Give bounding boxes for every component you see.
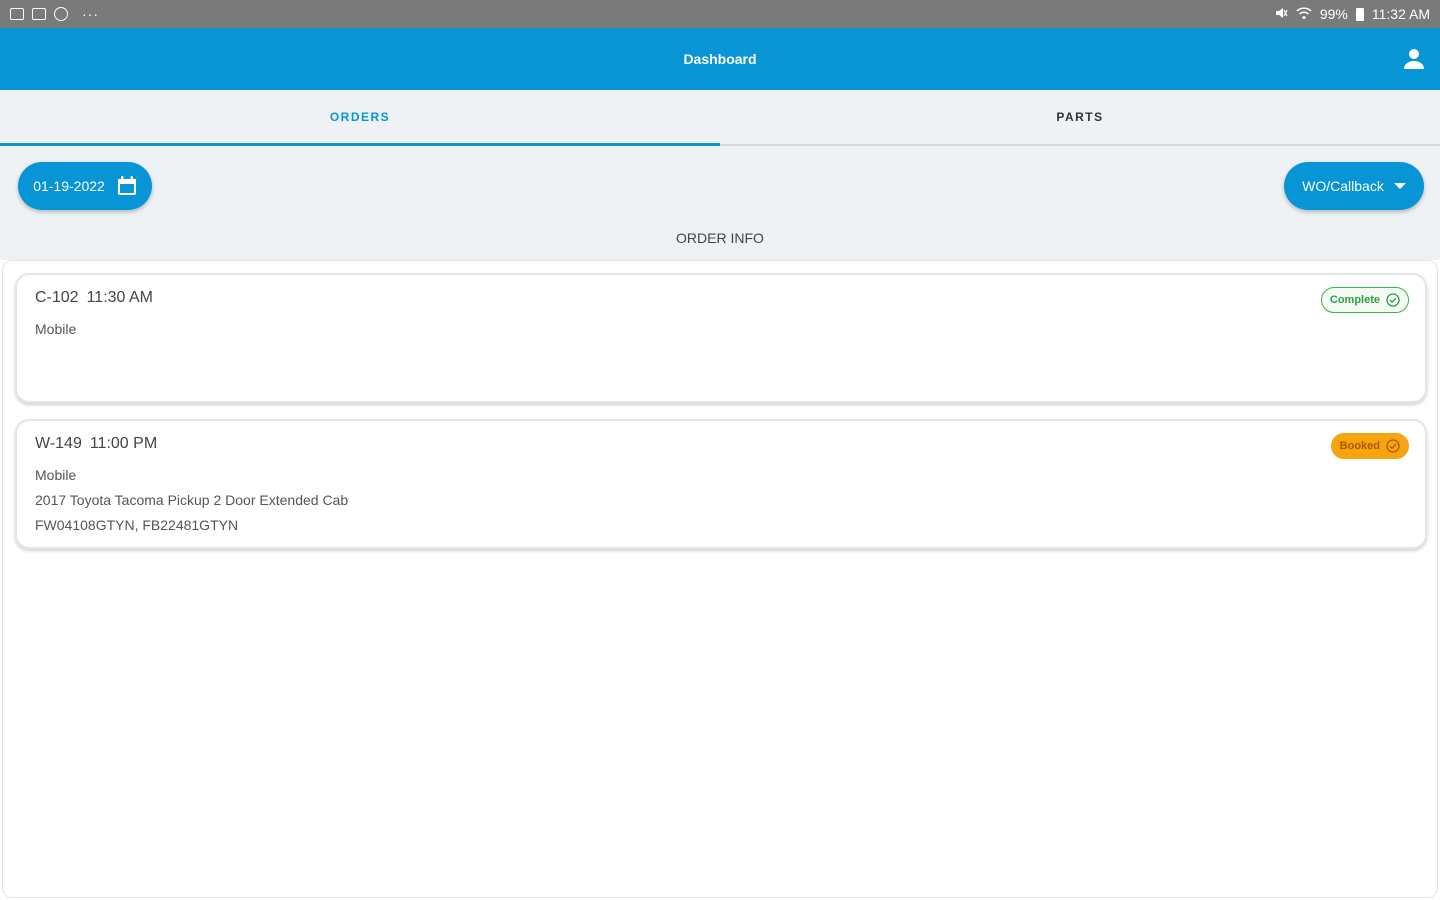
order-type: Mobile <box>35 321 77 337</box>
system-status-bar: ··· 99% 11:32 AM <box>0 0 1440 28</box>
check-circle-icon <box>1386 293 1400 307</box>
profile-button[interactable] <box>1402 46 1426 72</box>
order-card[interactable]: W-149 11:00 PM Mobile 2017 Toyota Tacoma… <box>15 419 1427 549</box>
order-type-value: WO/Callback <box>1302 178 1384 194</box>
order-header: W-149 11:00 PM <box>35 435 1407 453</box>
status-badge: Booked <box>1330 433 1409 459</box>
order-type-dropdown[interactable]: WO/Callback <box>1284 162 1424 210</box>
order-id: W-149 <box>35 435 82 452</box>
order-parts: FW04108GTYN, FB22481GTYN <box>35 517 239 533</box>
tab-parts[interactable]: PARTS <box>720 90 1440 144</box>
gallery-notification-icon <box>32 8 46 20</box>
order-header: C-102 11:30 AM <box>35 289 1407 307</box>
order-vehicle: 2017 Toyota Tacoma Pickup 2 Door Extende… <box>35 492 349 508</box>
tab-orders[interactable]: ORDERS <box>0 90 720 146</box>
filter-toolbar: 01-19-2022 WO/Callback ORDER INFO <box>0 146 1440 260</box>
status-bar-notifications: ··· <box>10 6 99 22</box>
image-notification-icon <box>10 8 24 20</box>
app-bar: Dashboard <box>0 28 1440 90</box>
status-label: Complete <box>1329 294 1380 306</box>
mute-icon <box>1274 6 1288 23</box>
tab-bar: ORDERS PARTS <box>0 90 1440 146</box>
calendar-icon <box>117 176 136 195</box>
check-circle-icon <box>1386 439 1400 453</box>
date-picker-button[interactable]: 01-19-2022 <box>18 162 152 210</box>
wifi-icon <box>1296 6 1312 23</box>
battery-icon <box>1355 7 1364 21</box>
chevron-down-icon <box>1393 183 1406 189</box>
order-time: 11:00 PM <box>89 435 158 452</box>
more-notifications-icon: ··· <box>82 6 99 22</box>
clock: 11:32 AM <box>1371 6 1430 22</box>
status-bar-system: 99% 11:32 AM <box>1274 6 1430 23</box>
status-label: Booked <box>1339 440 1380 452</box>
date-value: 01-19-2022 <box>33 178 105 194</box>
order-type: Mobile <box>35 467 77 483</box>
user-icon <box>1404 49 1424 69</box>
status-badge: Complete <box>1320 287 1409 313</box>
page-title: Dashboard <box>683 51 757 67</box>
order-list: C-102 11:30 AM Mobile Complete W-149 11:… <box>2 260 1438 898</box>
order-id: C-102 <box>35 289 79 306</box>
section-title: ORDER INFO <box>676 230 764 246</box>
order-card[interactable]: C-102 11:30 AM Mobile Complete <box>15 273 1427 403</box>
order-time: 11:30 AM <box>86 289 153 306</box>
sync-notification-icon <box>54 7 68 21</box>
battery-percent: 99% <box>1319 6 1348 22</box>
